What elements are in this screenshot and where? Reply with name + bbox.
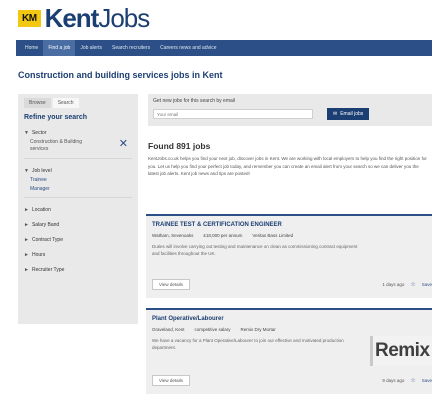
job-company: Veritas Bass Limited — [252, 233, 294, 238]
nav-home[interactable]: Home — [20, 40, 43, 56]
job-location: Graveland, Kent — [152, 327, 185, 332]
facet-recruiter-type-label: Recruiter Type — [31, 267, 65, 273]
nav-careers-news[interactable]: Careers news and advice — [155, 40, 221, 56]
job-level-trainee[interactable]: Trainee — [24, 177, 132, 183]
job-description: Duties will involve carrying out testing… — [152, 244, 358, 256]
facet-hours[interactable]: ► Hours — [24, 252, 132, 258]
star-icon[interactable]: ☆ — [410, 281, 415, 288]
job-location: Watham, Sevenoaks — [152, 233, 194, 238]
job-title[interactable]: Plant Operative/Labourer — [152, 316, 426, 322]
company-logo[interactable]: Remix — [370, 336, 432, 366]
job-salary: £18,000 per annum — [203, 233, 243, 238]
facet-recruiter-type[interactable]: ► Recruiter Type — [24, 267, 132, 273]
nav-job-alerts[interactable]: Job alerts — [75, 40, 107, 56]
job-card: TRAINEE TEST & CERTIFICATION ENGINEER Wa… — [146, 214, 432, 298]
page-title: Construction and building services jobs … — [18, 70, 223, 80]
alert-label: Get new jobs for this search by email — [153, 98, 235, 104]
star-icon[interactable]: ☆ — [410, 377, 415, 384]
triangle-down-icon: ▼ — [24, 130, 29, 136]
selected-filter-label: Construction & Building services — [30, 139, 82, 152]
email-jobs-button[interactable]: ✉ Email jobs — [327, 108, 370, 120]
main-nav: Home Find a job Job alerts Search recrui… — [16, 40, 432, 56]
job-salary: competitive salary — [194, 327, 231, 332]
sidebar-tabs: Browse Search — [24, 98, 132, 108]
job-footer: View details 1 days ago ☆ Save — [152, 279, 432, 290]
tab-search[interactable]: Search — [52, 98, 79, 108]
email-jobs-label: Email jobs — [340, 111, 364, 117]
job-alert-box: Get new jobs for this search by email ✉ … — [148, 94, 432, 126]
close-icon[interactable]: ✕ — [119, 139, 128, 150]
job-meta: Graveland, Kent competitive salary Remix… — [152, 327, 426, 332]
results-intro: KentJobs.co.uk helps you find your next … — [148, 156, 427, 176]
save-job-link[interactable]: Save — [422, 282, 432, 287]
km-badge: KM — [18, 9, 41, 27]
envelope-icon: ✉ — [333, 111, 338, 117]
triangle-down-icon: ▼ — [24, 168, 29, 174]
divider — [24, 197, 132, 198]
job-posted: 9 days ago — [382, 378, 405, 383]
logo-kent: Kent — [44, 2, 100, 33]
tab-browse[interactable]: Browse — [24, 98, 51, 108]
job-title[interactable]: TRAINEE TEST & CERTIFICATION ENGINEER — [152, 222, 426, 228]
facet-salary-band[interactable]: ► Salary Band — [24, 222, 132, 228]
facet-location[interactable]: ► Location — [24, 207, 132, 213]
facet-job-level[interactable]: ▼ Job level — [24, 168, 132, 174]
facet-hours-label: Hours — [31, 252, 46, 258]
nav-search-recruiters[interactable]: Search recruiters — [107, 40, 155, 56]
facet-location-label: Location — [31, 207, 51, 213]
triangle-right-icon: ► — [24, 207, 29, 213]
job-description: We have a vacancy for a Plant Operative/… — [152, 338, 344, 350]
results-count: Found 891 jobs — [148, 141, 211, 151]
view-details-button[interactable]: View details — [152, 279, 190, 290]
refine-heading: Refine your search — [24, 114, 88, 121]
facet-sector-label: Sector — [31, 130, 47, 136]
logo-jobs: Jobs — [98, 2, 150, 33]
job-level-manager[interactable]: Manager — [24, 186, 132, 192]
triangle-right-icon: ► — [24, 252, 29, 258]
facet-salary-band-label: Salary Band — [31, 222, 60, 228]
facet-contract-type[interactable]: ► Contract Type — [24, 237, 132, 243]
job-meta: Watham, Sevenoaks £18,000 per annum Veri… — [152, 233, 426, 238]
job-card: Plant Operative/Labourer Graveland, Kent… — [146, 308, 432, 394]
facet-sector[interactable]: ▼ Sector — [24, 130, 132, 136]
save-job-link[interactable]: Save — [422, 378, 432, 383]
triangle-right-icon: ► — [24, 222, 29, 228]
divider — [24, 158, 132, 159]
facet-contract-type-label: Contract Type — [31, 237, 63, 243]
job-company: Remix Dry Mortar — [240, 327, 276, 332]
view-details-button[interactable]: View details — [152, 375, 190, 386]
triangle-right-icon: ► — [24, 267, 29, 273]
triangle-right-icon: ► — [24, 237, 29, 243]
refine-sidebar: Browse Search Refine your search ▼ Secto… — [18, 94, 138, 324]
selected-filter: Construction & Building services ✕ — [24, 139, 132, 153]
site-logo[interactable]: KM Kent Jobs — [0, 0, 432, 36]
nav-find-a-job[interactable]: Find a job — [43, 40, 76, 56]
job-posted: 1 days ago — [382, 282, 405, 287]
facet-job-level-label: Job level — [31, 168, 52, 174]
email-field[interactable] — [153, 109, 313, 119]
company-logo-text: Remix — [375, 340, 430, 361]
job-footer: View details 9 days ago ☆ Save — [152, 375, 432, 386]
